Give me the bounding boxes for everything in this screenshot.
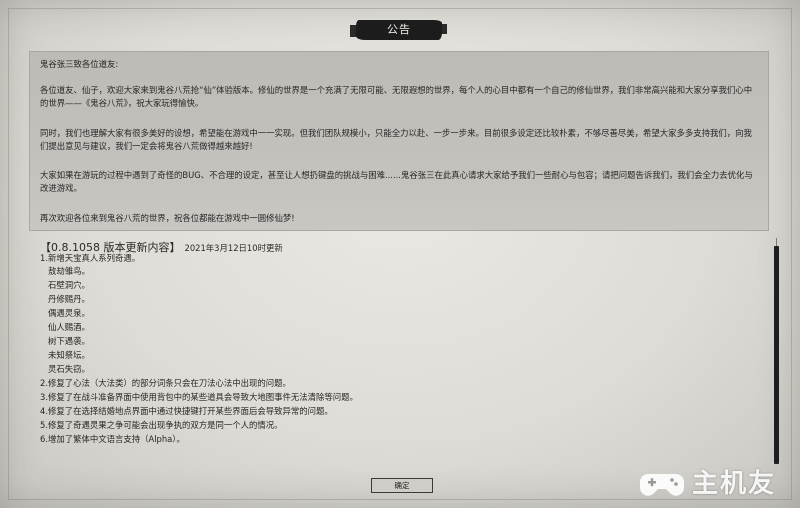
- gamepad-icon: [640, 474, 684, 496]
- watermark-text: 主机友: [692, 469, 777, 499]
- update-item: 4.修复了在选择结婚地点界面中通过快捷键打开某些界面后会导致异常的问题。: [40, 406, 333, 416]
- update-subitem: 敖劫雏鸟。: [48, 266, 90, 276]
- announcement-dialog: 公告 鬼谷张三致各位道友: 各位道友、仙子，欢迎大家来到鬼谷八荒抢“仙”体验版本…: [0, 0, 800, 508]
- notice-panel: 鬼谷张三致各位道友: 各位道友、仙子，欢迎大家来到鬼谷八荒抢“仙”体验版本。修仙…: [29, 51, 769, 231]
- notice-paragraph: 再次欢迎各位来到鬼谷八荒的世界，祝各位都能在游戏中一圆修仙梦!: [40, 213, 295, 223]
- update-item: 2.修复了心法（大法类）的部分词条只会在刀法心法中出现的问题。: [40, 378, 291, 388]
- update-subitem: 石壁洞穴。: [48, 280, 90, 290]
- update-item: 1.新增天宝真人系列奇遇。: [40, 253, 141, 263]
- dialog-title: 公告: [387, 23, 411, 36]
- ok-button[interactable]: 确定: [371, 478, 433, 493]
- notice-greeting: 鬼谷张三致各位道友:: [40, 59, 119, 69]
- notice-paragraph: 大家如果在游玩的过程中遇到了奇怪的BUG、不合理的设定，甚至让人想扔键盘的挑战与…: [40, 170, 753, 193]
- version-date: 2021年3月12日10时更新: [184, 243, 283, 253]
- notice-paragraph: 同时，我们也理解大家有很多美好的设想，希望能在游戏中一一实现。但我们团队规模小，…: [40, 128, 752, 151]
- update-subitem: 偶遇灵泉。: [48, 308, 90, 318]
- update-subitem: 未知祭坛。: [48, 350, 90, 360]
- scrollbar[interactable]: [774, 238, 779, 464]
- update-item: 5.修复了奇遇灵果之争可能会出现争执的双方是同一个人的情况。: [40, 420, 283, 430]
- update-subitem: 树下遇袭。: [48, 336, 90, 346]
- notice-paragraph: 各位道友、仙子，欢迎大家来到鬼谷八荒抢“仙”体验版本。修仙的世界是一个充满了无限…: [40, 85, 753, 108]
- update-subitem: 灵石失窃。: [48, 364, 90, 374]
- scroll-thumb[interactable]: [774, 246, 779, 464]
- update-item: 3.修复了在战斗准备界面中使用背包中的某些道具会导致大地图事件无法清除等问题。: [40, 392, 358, 402]
- update-subitem: 仙人赐酒。: [48, 322, 90, 332]
- watermark: 主机友: [636, 466, 796, 504]
- update-subitem: 丹修赐丹。: [48, 294, 90, 304]
- update-item: 6.增加了繁体中文语言支持（Alpha）。: [40, 434, 185, 444]
